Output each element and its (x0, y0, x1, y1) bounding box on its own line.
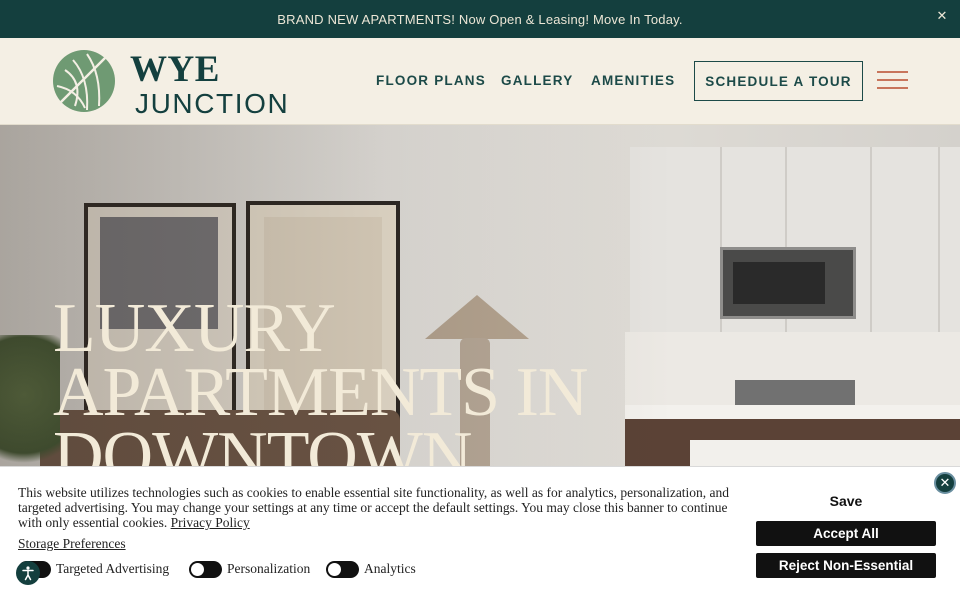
save-button[interactable]: Save (756, 493, 936, 511)
hero-title-line: LUXURY (53, 290, 336, 367)
accessibility-icon[interactable] (16, 561, 40, 585)
cookie-banner: This website utilizes technologies such … (0, 466, 960, 600)
accessibility-glyph (22, 566, 34, 581)
toggle-label: Analytics (364, 561, 416, 576)
toggle-targeted-advertising: Targeted Advertising (18, 560, 169, 578)
accept-all-button[interactable]: Accept All (756, 521, 936, 546)
site-header: WYE JUNCTION FLOOR PLANS GALLERY AMENITI… (0, 38, 960, 125)
nav-amenities[interactable]: AMENITIES (591, 73, 675, 88)
toggle-personalization: Personalization (189, 560, 310, 578)
nav-gallery[interactable]: GALLERY (501, 73, 573, 88)
close-icon[interactable]: ✕ (934, 472, 956, 494)
hero-title-line: APARTMENTS IN (53, 354, 588, 431)
nav-floor-plans[interactable]: FLOOR PLANS (376, 73, 486, 88)
storage-preferences-link[interactable]: Storage Preferences (18, 536, 126, 552)
cookie-message: This website utilizes technologies such … (18, 485, 743, 530)
reject-non-essential-button[interactable]: Reject Non-Essential (756, 553, 936, 578)
privacy-policy-link[interactable]: Privacy Policy (171, 515, 250, 530)
logo-text-line2: JUNCTION (135, 88, 290, 119)
schedule-tour-button[interactable]: SCHEDULE A TOUR (694, 61, 863, 101)
toggle-label: Personalization (227, 561, 311, 576)
toggle-label: Targeted Advertising (56, 561, 170, 576)
hamburger-menu-icon[interactable] (877, 71, 908, 90)
analytics-switch[interactable] (326, 560, 359, 578)
toggle-analytics: Analytics (326, 560, 416, 578)
cookie-message-text: This website utilizes technologies such … (18, 485, 730, 530)
personalization-switch[interactable] (189, 560, 222, 578)
leaf-logo-icon (53, 50, 115, 112)
announcement-bar: BRAND NEW APARTMENTS! Now Open & Leasing… (0, 0, 960, 38)
hero-title: LUXURY APARTMENTS IN DOWNTOWN (53, 290, 588, 492)
logo[interactable]: WYE JUNCTION (53, 48, 298, 119)
announcement-text: BRAND NEW APARTMENTS! Now Open & Leasing… (277, 11, 683, 27)
close-icon[interactable]: ✕ (934, 8, 950, 24)
logo-text-line1: WYE (130, 49, 220, 90)
